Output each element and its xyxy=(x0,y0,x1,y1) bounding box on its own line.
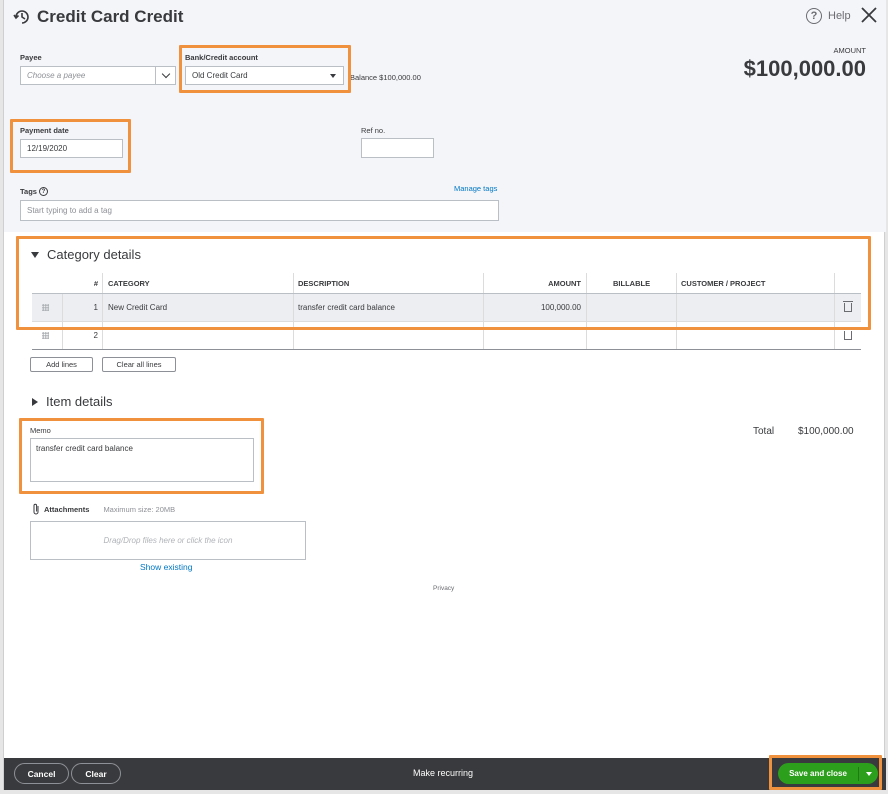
tags-placeholder: Start typing to add a tag xyxy=(27,206,112,215)
clear-button[interactable]: Clear xyxy=(71,763,121,784)
attachments-max-size: Maximum size: 20MB xyxy=(103,504,176,514)
cancel-button[interactable]: Cancel xyxy=(14,763,69,784)
tags-label: Tags xyxy=(20,187,37,196)
attachments-label: Attachments xyxy=(44,504,90,514)
clear-all-lines-button[interactable]: Clear all lines xyxy=(102,357,176,372)
highlight-memo xyxy=(19,418,264,494)
manage-tags-link[interactable]: Manage tags xyxy=(454,184,497,193)
add-lines-button[interactable]: Add lines xyxy=(30,357,93,372)
header-band xyxy=(4,0,886,232)
payee-select[interactable]: Choose a payee xyxy=(20,66,176,85)
balance-text: Balance $100,000.00 xyxy=(350,73,421,82)
highlight-save-and-close xyxy=(769,755,882,790)
dialog-window: Credit Card Credit ? Help Payee Choose a… xyxy=(3,0,886,790)
chevron-down-icon xyxy=(161,69,170,79)
item-details-toggle[interactable]: Item details xyxy=(32,394,112,409)
paperclip-icon[interactable] xyxy=(32,503,40,515)
privacy-link[interactable]: Privacy xyxy=(433,585,454,592)
help-button[interactable]: ? Help xyxy=(806,8,851,24)
show-existing-link[interactable]: Show existing xyxy=(140,562,192,572)
page-title: Credit Card Credit xyxy=(37,7,184,26)
help-label: Help xyxy=(828,10,851,22)
help-icon: ? xyxy=(806,8,822,24)
highlight-payment-date xyxy=(10,119,131,173)
payee-label: Payee xyxy=(20,53,42,62)
amount-value: $100,000.00 xyxy=(743,56,866,81)
total-value: $100,000.00 xyxy=(798,426,854,437)
amount-label: AMOUNT xyxy=(833,46,867,55)
close-icon[interactable] xyxy=(860,6,878,24)
highlight-bank-account xyxy=(179,45,351,93)
ref-no-label: Ref no. xyxy=(361,126,386,135)
ref-no-input[interactable] xyxy=(361,138,434,158)
make-recurring-button[interactable]: Make recurring xyxy=(413,768,473,778)
total-label: Total xyxy=(753,426,775,437)
highlight-category-details xyxy=(16,236,871,330)
expand-triangle-icon xyxy=(32,397,38,406)
attachments-dropzone[interactable]: Drag/Drop files here or click the icon xyxy=(30,521,306,560)
tags-label-wrap: Tags ? xyxy=(20,187,48,196)
attachments-header: Attachments Maximum size: 20MB xyxy=(32,503,175,515)
payee-placeholder: Choose a payee xyxy=(27,71,86,80)
history-icon[interactable] xyxy=(12,7,32,27)
info-icon[interactable]: ? xyxy=(38,187,48,196)
item-details-title: Item details xyxy=(46,394,113,409)
payee-dropdown-toggle[interactable] xyxy=(155,67,175,84)
tags-input[interactable]: Start typing to add a tag xyxy=(20,200,499,221)
